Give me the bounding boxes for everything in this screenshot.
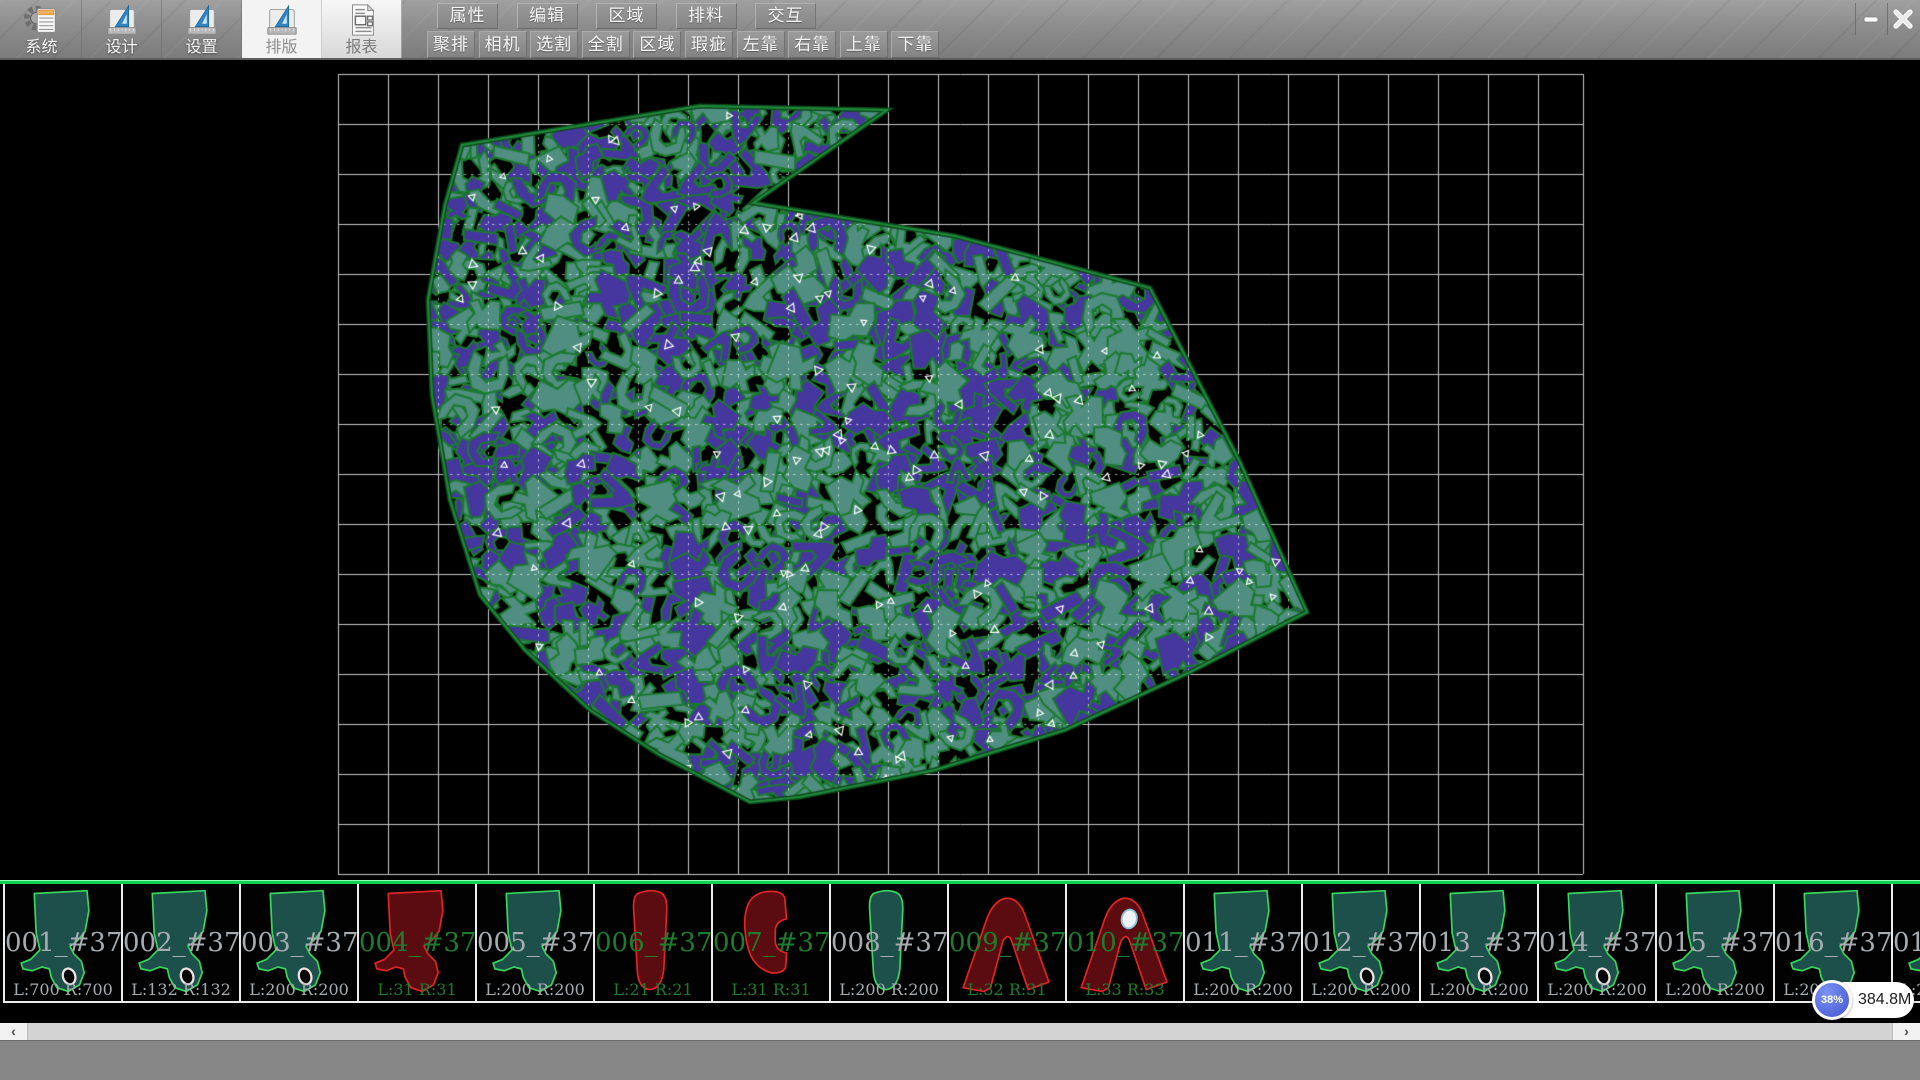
part-size: L:21 R:21: [595, 980, 711, 999]
part-size: L:700 R:700: [5, 980, 121, 999]
part-label: 014_#37: [1539, 928, 1655, 958]
part-label: 011_#37: [1185, 928, 1301, 958]
part-size: L:200 R:200: [1657, 980, 1773, 999]
part-size: L:132 R:132: [123, 980, 239, 999]
part-thumbnail-12[interactable]: 012_#37 L:200 R:200: [1301, 884, 1419, 1003]
minimize-icon: [1861, 9, 1881, 29]
part-thumbnail-6[interactable]: 006_#37 L:21 R:21: [593, 884, 711, 1003]
system-icon: [23, 2, 61, 38]
tool-button-3[interactable]: 选割: [530, 31, 578, 58]
close-button[interactable]: [1887, 3, 1918, 35]
part-thumbnail-7[interactable]: 007_#37 L:31 R:31: [711, 884, 829, 1003]
part-size: L:200 R:200: [1185, 980, 1301, 999]
app-button-label: 排版: [265, 39, 297, 57]
part-label: 013_#37: [1421, 928, 1537, 958]
scrollbar-track[interactable]: [28, 1023, 1892, 1040]
progress-badge: 384.8M 38%: [1812, 981, 1914, 1019]
part-label: 015_#37: [1657, 928, 1773, 958]
menu-tab-5[interactable]: 交互: [755, 3, 816, 29]
part-size: L:31 R:31: [713, 980, 829, 999]
app-button-2[interactable]: 设计: [82, 0, 162, 58]
tool-button-5[interactable]: 区域: [633, 31, 681, 58]
report-icon: [343, 2, 381, 38]
tool-button-6[interactable]: 瑕疵: [685, 31, 733, 58]
app-button-label: 系统: [25, 39, 57, 57]
part-size: L:33 R:33: [1067, 980, 1183, 999]
part-thumbnail-13[interactable]: 013_#37 L:200 R:200: [1419, 884, 1537, 1003]
part-size: L:200 R:200: [241, 980, 357, 999]
part-thumbnail-5[interactable]: 005_#37 L:200 R:200: [475, 884, 593, 1003]
app-button-3[interactable]: 设置: [162, 0, 242, 58]
part-label: 016_#37: [1775, 928, 1891, 958]
tool-button-9[interactable]: 上靠: [840, 31, 888, 58]
tool-button-2[interactable]: 相机: [479, 31, 527, 58]
scroll-right-button[interactable]: ›: [1892, 1023, 1920, 1040]
part-size: L:200 R:200: [477, 980, 593, 999]
tool-button-4[interactable]: 全割: [582, 31, 630, 58]
progress-circle: 38%: [1812, 980, 1852, 1020]
part-size: L:200 R:200: [1303, 980, 1419, 999]
part-thumbnail-14[interactable]: 014_#37 L:200 R:200: [1537, 884, 1655, 1003]
part-thumbnail-11[interactable]: 011_#37 L:200 R:200: [1183, 884, 1301, 1003]
part-label: 012_#37: [1303, 928, 1419, 958]
part-thumbnail-10[interactable]: 010_#37 L:33 R:33: [1065, 884, 1183, 1003]
menu-tab-3[interactable]: 区域: [596, 3, 657, 29]
part-label: 009_#37: [949, 928, 1065, 958]
close-icon: [1891, 7, 1915, 31]
part-size: L:32 R:31: [949, 980, 1065, 999]
part-size: L:200 R:200: [1421, 980, 1537, 999]
tool-button-10[interactable]: 下靠: [891, 31, 939, 58]
part-thumbnail-2[interactable]: 002_#37 L:132 R:132: [121, 884, 239, 1003]
minimize-button[interactable]: [1855, 3, 1886, 35]
part-label: 008_#37: [831, 928, 947, 958]
settings-icon: [183, 2, 221, 38]
app-button-label: 设置: [185, 39, 217, 57]
part-thumbnail-15[interactable]: 015_#37 L:200 R:200: [1655, 884, 1773, 1003]
part-label: 004_#37: [359, 928, 475, 958]
part-label: 006_#37: [595, 928, 711, 958]
parts-thumbnail-strip: 001_#37L:700 R:700002_#37L:132 R:132003_…: [0, 884, 1920, 1005]
part-thumbnail-4[interactable]: 004_#37 L:31 R:31: [357, 884, 475, 1003]
app-button-5[interactable]: 报表: [322, 0, 402, 58]
design-icon: [103, 2, 141, 38]
tool-button-8[interactable]: 右靠: [788, 31, 836, 58]
app-button-1[interactable]: 系统: [2, 0, 82, 58]
app-button-label: 报表: [345, 39, 377, 57]
part-label: 002_#37: [123, 928, 239, 958]
app-button-4[interactable]: 排版: [242, 0, 322, 58]
part-thumbnail-1[interactable]: 001_#37 L:700 R:700: [3, 884, 121, 1003]
memory-value: 384.8M: [1858, 982, 1911, 1018]
title-bar: 系统设计设置排版报表 属性编辑区域排料交互 聚排相机选割全割区域瑕疵左靠右靠上靠…: [0, 0, 1920, 60]
menu-tab-2[interactable]: 编辑: [517, 3, 578, 29]
part-size: L:200 R:200: [1539, 980, 1655, 999]
tool-button-7[interactable]: 左靠: [737, 31, 785, 58]
menu-tab-4[interactable]: 排料: [676, 3, 737, 29]
part-thumbnail-3[interactable]: 003_#37 L:200 R:200: [239, 884, 357, 1003]
part-label: 005_#37: [477, 928, 593, 958]
nesting-workspace[interactable]: [0, 60, 1920, 882]
status-bar: [0, 1040, 1920, 1080]
nesting-canvas[interactable]: [0, 60, 1920, 882]
part-size: L:200 R:200: [831, 980, 947, 999]
part-thumbnail-9[interactable]: 009_#37 L:32 R:31: [947, 884, 1065, 1003]
part-label: 017_#37: [1893, 928, 1920, 958]
part-label: 001_#37: [5, 928, 121, 958]
horizontal-scrollbar[interactable]: ‹ ›: [0, 1023, 1920, 1040]
part-label: 010_#37: [1067, 928, 1183, 958]
part-label: 007_#37: [713, 928, 829, 958]
layout-icon: [263, 2, 301, 38]
menu-tab-1[interactable]: 属性: [437, 3, 498, 29]
part-thumbnail-8[interactable]: 008_#37 L:200 R:200: [829, 884, 947, 1003]
part-size: L:31 R:31: [359, 980, 475, 999]
app-button-label: 设计: [105, 39, 137, 57]
tool-button-1[interactable]: 聚排: [427, 31, 475, 58]
progress-value: 38%: [1821, 994, 1843, 1006]
part-label: 003_#37: [241, 928, 357, 958]
scroll-left-button[interactable]: ‹: [0, 1023, 28, 1040]
